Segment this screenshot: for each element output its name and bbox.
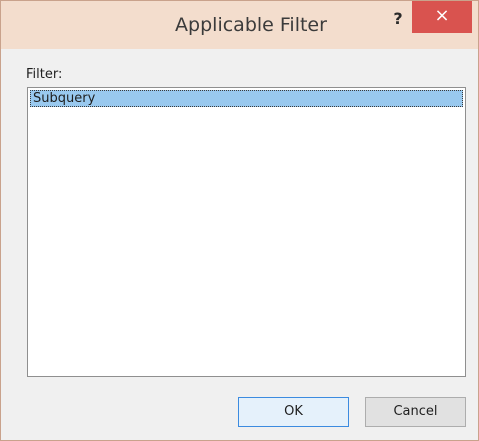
title-bar[interactable]: Applicable Filter ? × [1, 1, 478, 49]
help-button[interactable]: ? [387, 7, 409, 35]
close-button[interactable]: × [412, 1, 472, 33]
cancel-button[interactable]: Cancel [365, 397, 466, 427]
close-icon: × [434, 5, 450, 26]
filter-listbox[interactable]: Subquery [27, 87, 466, 377]
help-icon: ? [393, 9, 403, 28]
applicable-filter-dialog: Applicable Filter ? × Filter: Subquery O… [0, 0, 479, 441]
filter-label: Filter: [26, 67, 63, 82]
list-item-subquery[interactable]: Subquery [30, 90, 463, 107]
ok-button[interactable]: OK [238, 397, 349, 427]
